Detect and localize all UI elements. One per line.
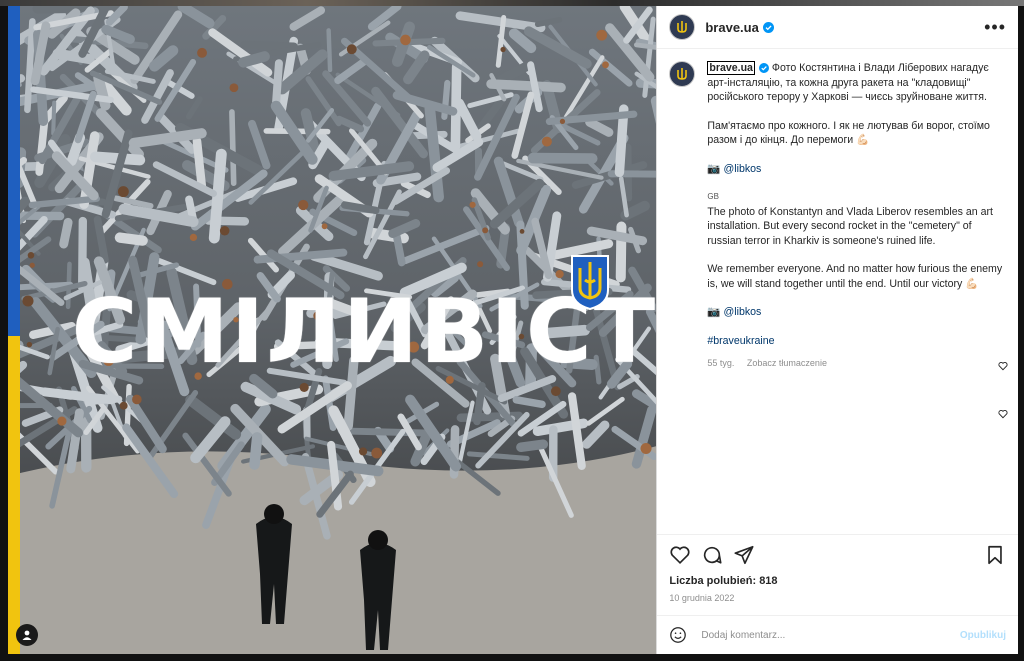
rocket-casing bbox=[392, 231, 406, 267]
tagged-users-button[interactable] bbox=[16, 624, 38, 646]
rust-spot bbox=[477, 261, 484, 268]
share-send-icon[interactable] bbox=[733, 544, 755, 566]
see-translation-link[interactable]: Zobacz tłumaczenie bbox=[747, 358, 827, 368]
rocket-casing bbox=[240, 40, 298, 51]
rocket-casing bbox=[272, 59, 283, 107]
rust-spot bbox=[469, 201, 476, 208]
rust-spot bbox=[197, 47, 207, 58]
comments-area: brave.ua Фото Костянтина і Влади Ліберов… bbox=[657, 49, 1018, 534]
rust-spot bbox=[400, 34, 411, 46]
verified-badge-icon bbox=[758, 63, 769, 73]
ukraine-trident-icon bbox=[571, 255, 609, 310]
comment-like-heart-icon[interactable] bbox=[998, 409, 1008, 419]
comment-like-heart-icon[interactable] bbox=[998, 361, 1008, 371]
caption-meta: 55 tyg. Zobacz tłumaczenie bbox=[707, 356, 1002, 371]
rocket-casing bbox=[512, 396, 546, 409]
rocket-casing bbox=[326, 28, 333, 73]
caption-uk-credit: 📷 @libkos bbox=[707, 162, 1002, 177]
rust-spot bbox=[299, 382, 309, 393]
rust-spot bbox=[602, 61, 609, 69]
post-age: 55 tyg. bbox=[707, 358, 735, 368]
rust-spot bbox=[640, 442, 652, 455]
comment-input[interactable] bbox=[699, 628, 960, 642]
profile-trident-icon bbox=[677, 21, 688, 33]
rocket-casing bbox=[337, 427, 433, 437]
post-side-panel: brave.ua ••• brave.ua Фото Костянтина і … bbox=[656, 6, 1018, 654]
rocket-casing bbox=[473, 382, 486, 426]
rust-spot bbox=[229, 83, 239, 93]
header-username[interactable]: brave.ua bbox=[705, 20, 758, 35]
rust-spot bbox=[519, 229, 525, 234]
caption-en-text-1: The photo of Konstantyn and Vlada Libero… bbox=[707, 205, 993, 247]
mention-link[interactable]: @libkos bbox=[724, 306, 762, 318]
rocket-casing bbox=[229, 109, 237, 186]
rust-spot bbox=[119, 401, 128, 410]
post-photo[interactable]: СМІЛИВІСТЬ bbox=[8, 6, 657, 654]
comment-icon[interactable] bbox=[701, 544, 723, 566]
rocket-casing bbox=[114, 232, 148, 246]
rust-spot bbox=[22, 295, 34, 307]
rust-spot bbox=[346, 44, 357, 55]
post-modal: СМІЛИВІСТЬ brave.ua ••• bbox=[8, 6, 1018, 654]
rust-spot bbox=[482, 227, 489, 234]
comment-composer: Opublikuj bbox=[657, 615, 1018, 654]
rocket-casing bbox=[59, 217, 73, 249]
rust-spot bbox=[57, 416, 67, 426]
verified-badge-icon bbox=[762, 21, 774, 33]
rust-spot bbox=[132, 394, 142, 405]
gb-flag-label: GB bbox=[707, 192, 719, 201]
user-icon bbox=[22, 630, 32, 640]
mention-link[interactable]: @libkos bbox=[724, 163, 762, 175]
rust-spot bbox=[371, 447, 383, 459]
rocket-casing bbox=[249, 432, 263, 470]
like-heart-icon[interactable] bbox=[669, 544, 691, 566]
likes-count[interactable]: Liczba polubień: 818 bbox=[657, 575, 1018, 591]
rust-spot bbox=[298, 199, 309, 211]
hashtag-link[interactable]: #braveukraine bbox=[707, 334, 1002, 349]
profile-trident-icon bbox=[677, 68, 688, 80]
rust-spot bbox=[27, 252, 35, 259]
rust-spot bbox=[26, 341, 33, 348]
post-actions-bar bbox=[657, 534, 1018, 575]
publish-button[interactable]: Opublikuj bbox=[960, 630, 1006, 641]
caption-avatar[interactable] bbox=[669, 61, 696, 87]
caption-username[interactable]: brave.ua bbox=[707, 61, 755, 75]
rust-spot bbox=[550, 386, 561, 397]
post-date: 10 grudnia 2022 bbox=[669, 593, 735, 603]
rust-spot bbox=[555, 270, 564, 279]
rocket-casing bbox=[192, 136, 207, 191]
rust-spot bbox=[541, 136, 552, 147]
post-header: brave.ua ••• bbox=[657, 6, 1018, 49]
flag-stripe-yellow bbox=[8, 336, 20, 654]
camera-icon: 📷 bbox=[707, 306, 721, 318]
rocket-casing bbox=[238, 51, 270, 68]
emoji-icon[interactable] bbox=[669, 626, 687, 644]
rust-spot bbox=[219, 225, 230, 236]
rust-spot bbox=[596, 29, 608, 41]
rocket-casing bbox=[51, 100, 57, 136]
save-bookmark-icon[interactable] bbox=[984, 544, 1006, 566]
avatar[interactable] bbox=[669, 14, 696, 40]
flag-stripe-blue bbox=[8, 6, 20, 336]
rust-spot bbox=[117, 186, 129, 198]
rocket-casing bbox=[486, 79, 566, 93]
rocket-casing bbox=[516, 439, 549, 453]
rust-spot bbox=[29, 262, 35, 268]
post-caption: brave.ua Фото Костянтина і Влади Ліберов… bbox=[707, 61, 1002, 371]
rust-spot bbox=[189, 233, 198, 242]
rust-spot bbox=[358, 447, 368, 456]
more-options-icon[interactable]: ••• bbox=[984, 18, 1006, 36]
rust-spot bbox=[321, 223, 328, 230]
caption-en-credit: 📷 @libkos bbox=[707, 305, 1002, 320]
rust-spot bbox=[500, 46, 506, 53]
caption-en-text-2: We remember everyone. And no matter how … bbox=[707, 263, 1003, 290]
caption-row: brave.ua Фото Костянтина і Влади Ліберов… bbox=[669, 61, 1004, 371]
camera-icon: 📷 bbox=[707, 162, 721, 175]
rocket-casing bbox=[84, 395, 123, 406]
caption-uk-text-2: Пам'ятаємо про кожного. І як не лютував … bbox=[707, 119, 990, 147]
rust-spot bbox=[559, 118, 566, 125]
